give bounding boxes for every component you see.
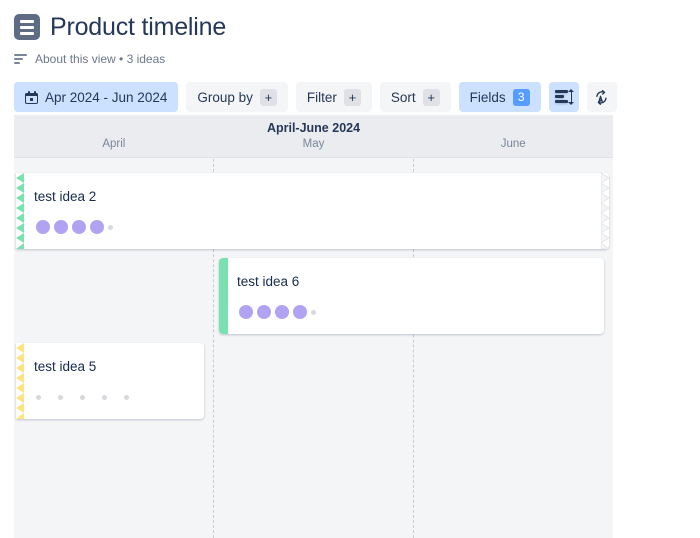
about-this-view-link[interactable]: About this view • 3 ideas xyxy=(35,52,165,66)
bar-progress-dots xyxy=(36,390,129,404)
timeline-body: test idea 2 test idea 6 test idea 5 xyxy=(14,159,613,538)
bar-title: test idea 6 xyxy=(237,274,300,289)
bar-content: test idea 2 xyxy=(34,173,597,249)
row-height-icon xyxy=(555,88,574,105)
bar-title: test idea 5 xyxy=(34,359,97,374)
row-height-button[interactable] xyxy=(548,82,579,112)
month-label-june: June xyxy=(500,138,526,150)
bar-progress-dots xyxy=(239,305,316,319)
bar-content: test idea 5 xyxy=(34,343,192,419)
toolbar: Apr 2024 - Jun 2024 Group by + Filter + … xyxy=(0,82,700,112)
progress-dot-filled xyxy=(36,220,50,234)
progress-dot-filled xyxy=(239,305,253,319)
fields-label: Fields xyxy=(469,89,506,105)
bar-content: test idea 6 xyxy=(237,258,592,334)
progress-dot-empty xyxy=(124,394,129,400)
month-label-april: April xyxy=(102,138,126,150)
group-by-add-icon[interactable]: + xyxy=(259,88,277,106)
filter-button[interactable]: Filter + xyxy=(295,82,372,112)
progress-dot-filled xyxy=(293,305,307,319)
timeline-bar[interactable]: test idea 5 xyxy=(16,343,204,419)
progress-dot-empty xyxy=(80,394,85,400)
progress-dot-empty xyxy=(102,394,107,400)
auto-text-button[interactable] xyxy=(586,82,617,112)
progress-dot-filled xyxy=(54,220,68,234)
timeline-range-label: April-June 2024 xyxy=(266,121,361,135)
bar-title: test idea 2 xyxy=(34,189,97,204)
bar-accent-bar xyxy=(219,258,228,334)
timeline-panel: April-June 2024 April May June test idea… xyxy=(14,115,613,538)
group-by-label: Group by xyxy=(197,89,253,105)
list-view-icon xyxy=(14,14,40,40)
sort-add-icon[interactable]: + xyxy=(422,88,440,106)
progress-dot-empty xyxy=(36,394,41,400)
timeline-bar[interactable]: test idea 2 xyxy=(16,173,609,249)
bar-continues-left-icon xyxy=(16,173,24,249)
fields-button[interactable]: Fields 3 xyxy=(458,82,541,112)
filter-label: Filter xyxy=(306,89,337,105)
bar-progress-dots xyxy=(36,220,113,234)
timeline-month-labels: April May June xyxy=(14,138,613,150)
filter-add-icon[interactable]: + xyxy=(343,88,361,106)
calendar-icon xyxy=(25,90,38,104)
progress-dot-empty xyxy=(58,394,63,400)
sort-button[interactable]: Sort + xyxy=(379,82,451,112)
title-row: Product timeline xyxy=(14,10,700,44)
page-header: Product timeline About this view • 3 ide… xyxy=(0,0,700,67)
date-range-label: Apr 2024 - Jun 2024 xyxy=(45,89,168,105)
bar-continues-right-icon xyxy=(601,173,609,249)
group-by-button[interactable]: Group by + xyxy=(186,82,288,112)
fields-count-badge: 3 xyxy=(512,88,530,106)
date-range-button[interactable]: Apr 2024 - Jun 2024 xyxy=(14,82,179,112)
progress-dot-empty xyxy=(311,309,316,315)
sort-label: Sort xyxy=(390,89,416,105)
subtitle-row[interactable]: About this view • 3 ideas xyxy=(14,51,700,67)
auto-text-icon xyxy=(596,89,607,105)
timeline-header: April-June 2024 April May June xyxy=(14,115,613,158)
progress-dot-filled xyxy=(257,305,271,319)
progress-dot-filled xyxy=(275,305,289,319)
progress-dot-empty xyxy=(108,224,113,230)
month-label-may: May xyxy=(302,138,325,150)
progress-dot-filled xyxy=(90,220,104,234)
bar-continues-left-icon xyxy=(16,343,24,419)
timeline-bar[interactable]: test idea 6 xyxy=(219,258,604,334)
page-title: Product timeline xyxy=(50,13,227,41)
progress-dot-filled xyxy=(72,220,86,234)
about-lines-icon xyxy=(14,54,28,64)
